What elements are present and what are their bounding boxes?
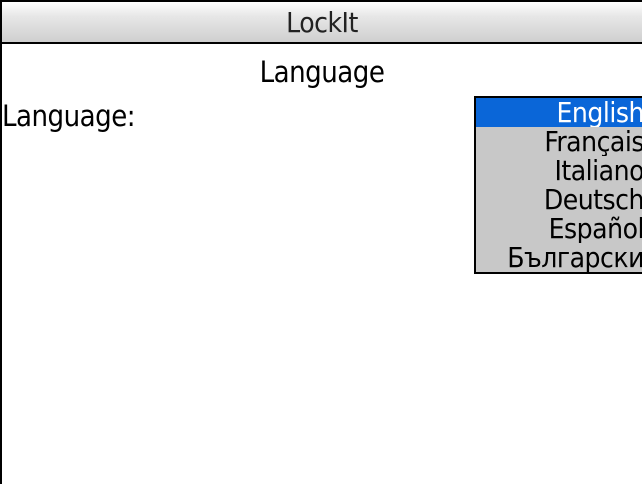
app-title: LockIt: [286, 5, 358, 39]
language-option-bulgarian[interactable]: Български: [476, 243, 642, 272]
language-option-espanol[interactable]: Español: [476, 214, 642, 243]
language-field-label: Language:: [2, 99, 136, 133]
language-listbox[interactable]: English Français Italiano Deutsch Españo…: [474, 96, 642, 274]
title-bar: LockIt: [2, 2, 642, 44]
page-title: Language: [259, 55, 385, 89]
app-screen: LockIt Language Language: English França…: [0, 0, 642, 484]
language-option-deutsch[interactable]: Deutsch: [476, 185, 642, 214]
language-option-francais[interactable]: Français: [476, 127, 642, 156]
language-option-italiano[interactable]: Italiano: [476, 156, 642, 185]
language-option-english[interactable]: English: [476, 98, 642, 127]
